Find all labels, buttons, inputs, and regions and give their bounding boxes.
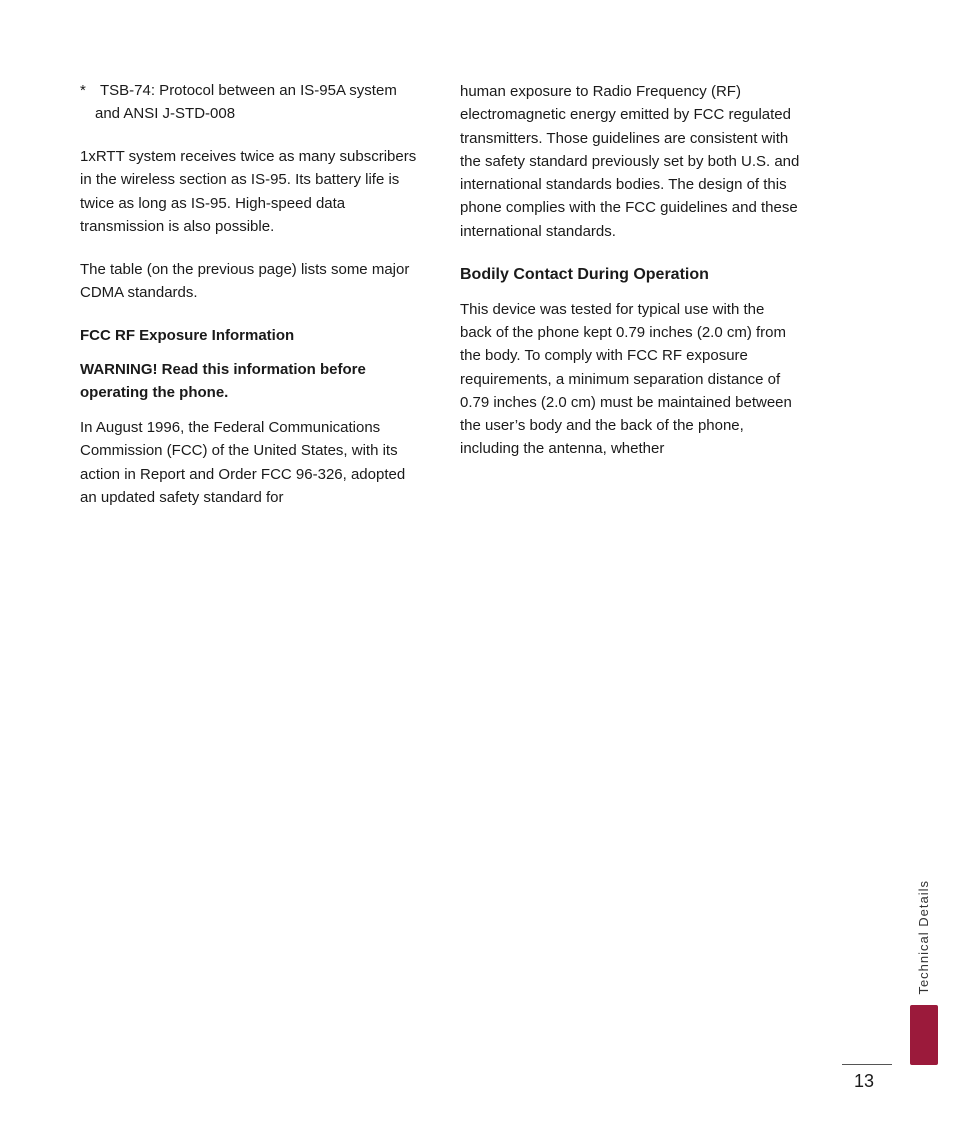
bullet-item: * TSB-74: Protocol between an IS-95A sys… bbox=[80, 80, 420, 125]
fcc-section-heading: FCC RF Exposure Information bbox=[80, 325, 420, 348]
left-column: * TSB-74: Protocol between an IS-95A sys… bbox=[80, 80, 420, 1085]
sidebar: Technical Details bbox=[894, 0, 954, 1145]
bullet-text: TSB-74: Protocol between an IS-95A syste… bbox=[95, 82, 397, 122]
page-container: * TSB-74: Protocol between an IS-95A sys… bbox=[0, 0, 954, 1145]
main-content: * TSB-74: Protocol between an IS-95A sys… bbox=[0, 0, 894, 1145]
paragraph-1xrtt: 1xRTT system receives twice as many subs… bbox=[80, 145, 420, 238]
warning-paragraph: In August 1996, the Federal Communicatio… bbox=[80, 416, 420, 509]
page-number: 13 bbox=[854, 1068, 874, 1095]
right-column: human exposure to Radio Frequency (RF) e… bbox=[460, 80, 800, 1085]
warning-heading: WARNING! Read this information before op… bbox=[80, 359, 420, 404]
sidebar-bar bbox=[910, 1005, 938, 1065]
bullet-star: * bbox=[80, 80, 86, 103]
page-divider bbox=[842, 1064, 892, 1065]
intro-paragraph: human exposure to Radio Frequency (RF) e… bbox=[460, 80, 800, 243]
sidebar-label: Technical Details bbox=[914, 880, 934, 995]
bodily-paragraph: This device was tested for typical use w… bbox=[460, 298, 800, 461]
paragraph-table: The table (on the previous page) lists s… bbox=[80, 258, 420, 305]
bodily-heading: Bodily Contact During Operation bbox=[460, 263, 800, 286]
